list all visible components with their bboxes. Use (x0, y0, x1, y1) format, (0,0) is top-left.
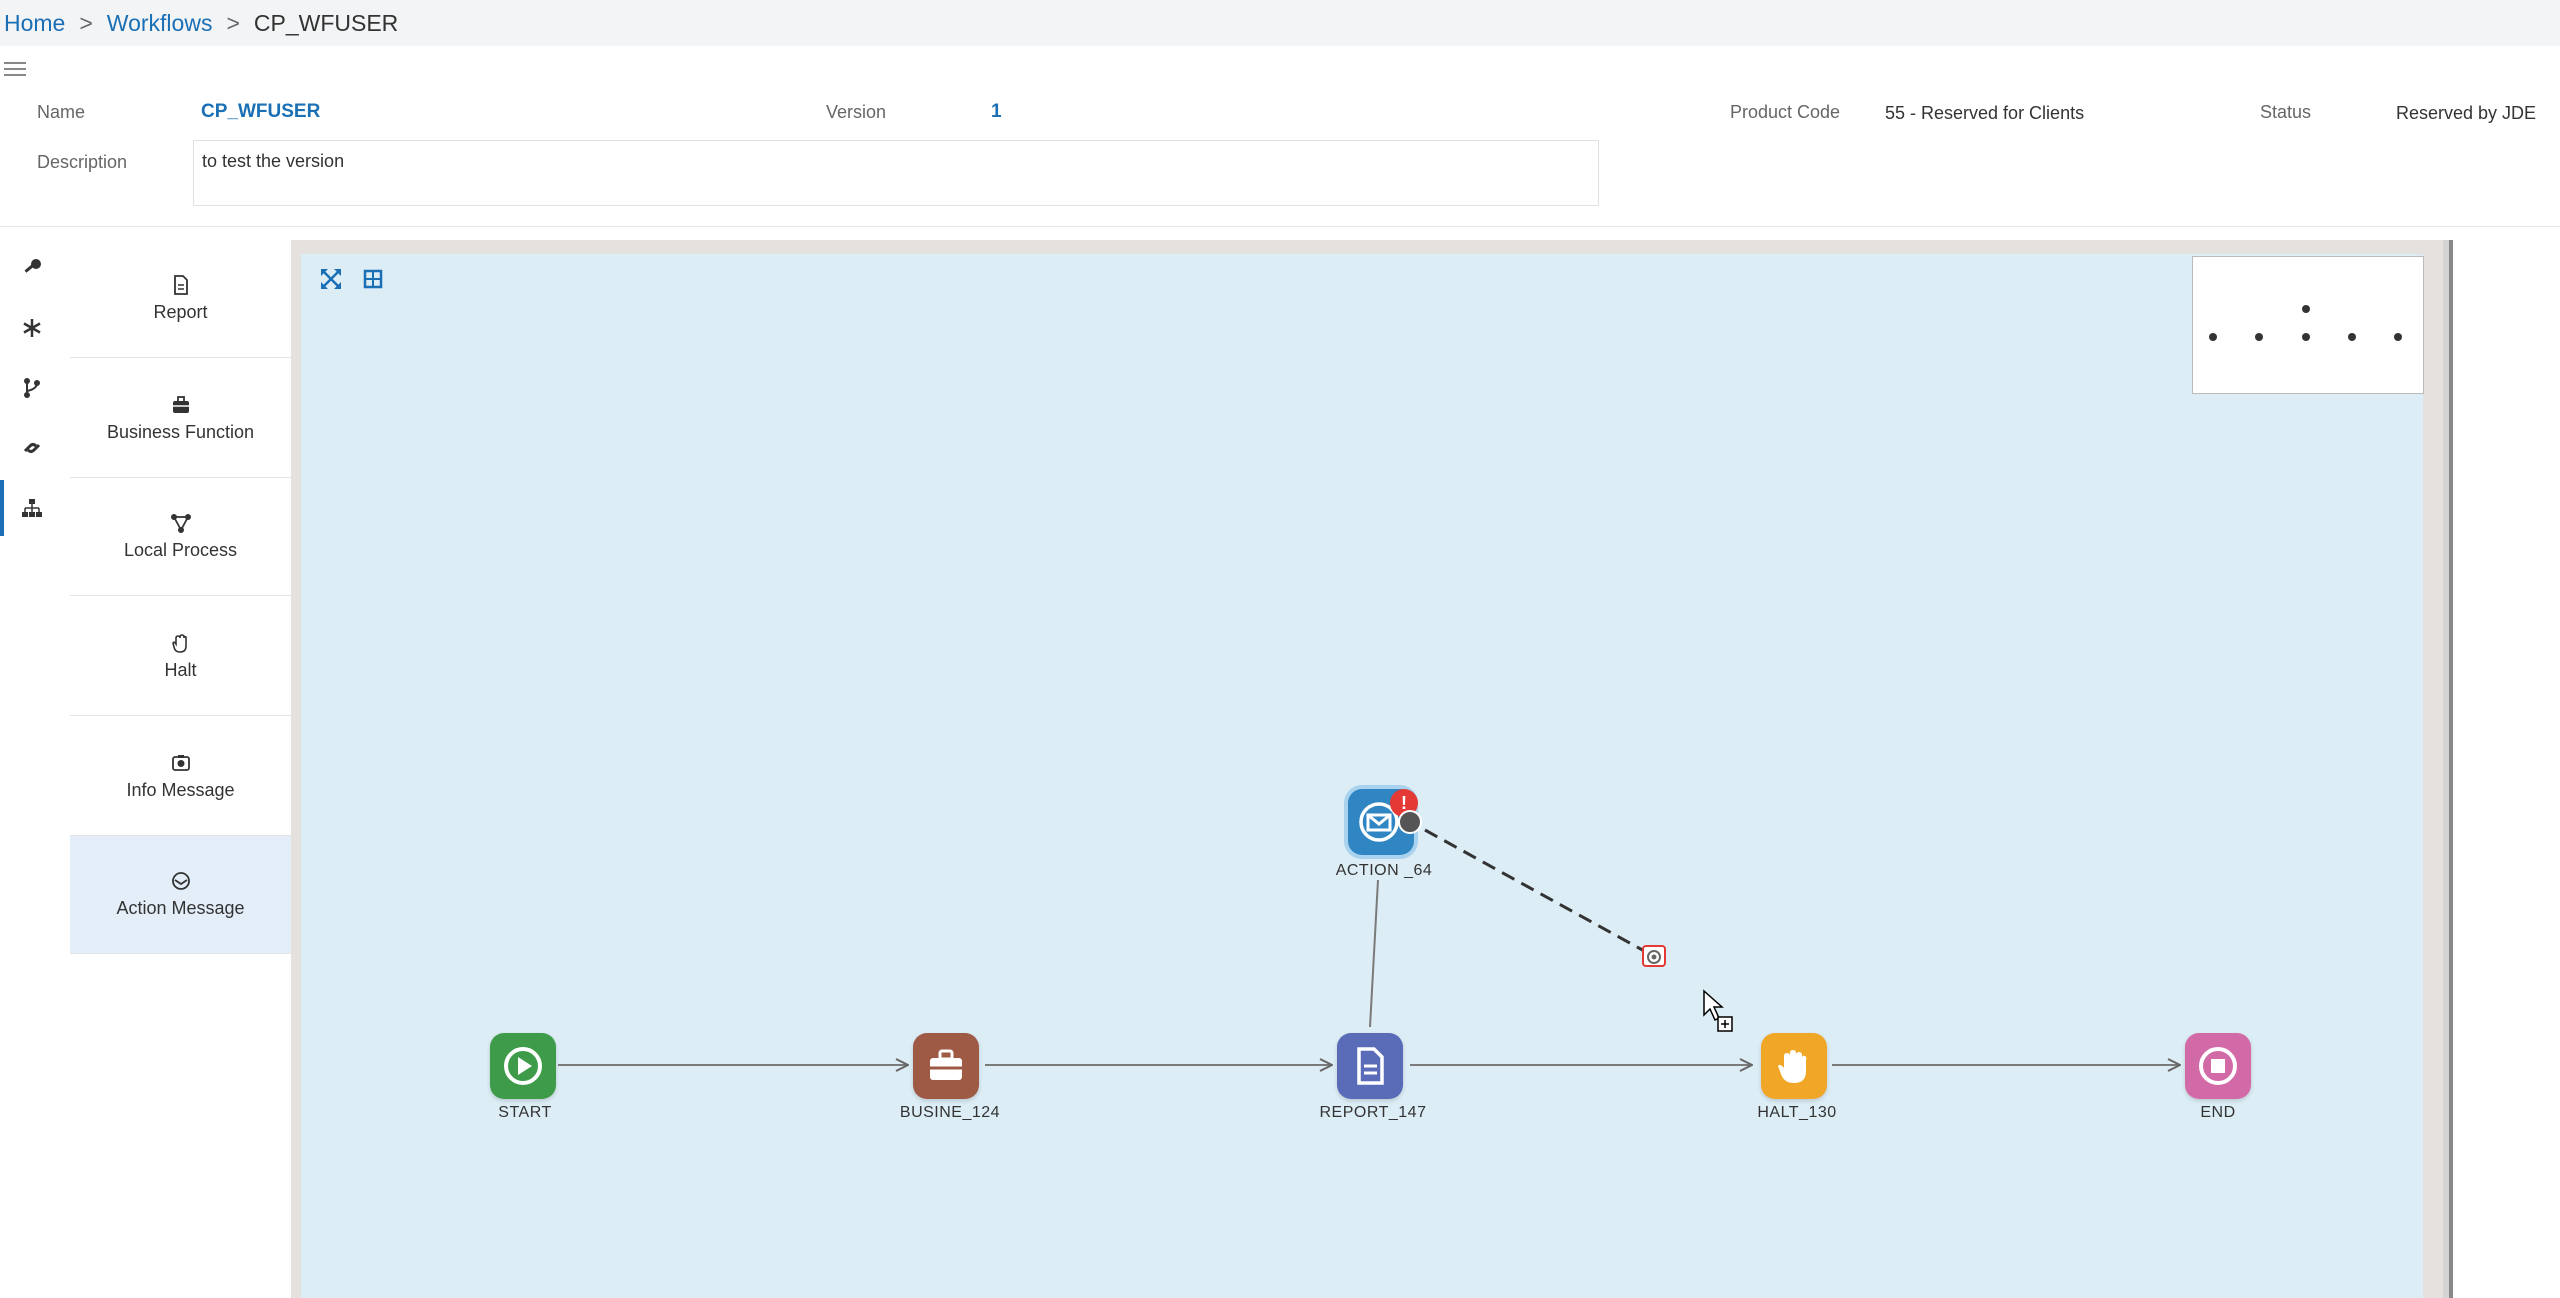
palette-item-halt[interactable]: Halt (70, 598, 291, 716)
palette-item-info-message[interactable]: Info Message (70, 718, 291, 836)
stop-icon (2199, 1047, 2237, 1085)
left-icon-rail (0, 240, 70, 1298)
palette-item-label: Report (153, 302, 208, 322)
palette-item-label: Halt (164, 660, 197, 680)
breadcrumb: Home > Workflows > CP_WFUSER (0, 0, 2560, 46)
grid-icon[interactable] (360, 266, 386, 292)
report-icon (1357, 1047, 1384, 1085)
breadcrumb-current: CP_WFUSER (253, 9, 399, 36)
palette-item-label: Info Message (126, 780, 235, 800)
branch-icon[interactable] (18, 374, 46, 402)
node-business-function[interactable] (913, 1033, 979, 1099)
node-palette: Report Business Function Local Process H… (70, 240, 291, 1298)
product-code-value: 55 - Reserved for Clients (1885, 103, 2085, 123)
hand-icon (1778, 1050, 1807, 1083)
breadcrumb-workflows-link[interactable]: Workflows (107, 10, 213, 37)
action-message-icon (171, 872, 190, 890)
scrollbar-edge (2449, 240, 2453, 1298)
palette-item-report[interactable]: Report (70, 240, 291, 358)
menu-icon[interactable] (4, 62, 26, 76)
drag-handle-icon[interactable] (1640, 942, 1668, 970)
version-value: 1 (991, 101, 1002, 122)
node-end[interactable] (2185, 1033, 2251, 1099)
link-icon[interactable] (18, 434, 46, 462)
status-label: Status (2260, 102, 2312, 122)
cursor-icon (1702, 989, 1738, 1037)
node-label-busine: BUSINE_124 (899, 1104, 1001, 1121)
process-icon (170, 514, 191, 533)
workflow-canvas[interactable] (301, 254, 2423, 1298)
hand-icon (171, 634, 187, 653)
fit-to-screen-icon[interactable] (318, 266, 344, 292)
palette-item-action-message[interactable]: Action Message (70, 836, 291, 954)
version-label: Version (826, 102, 887, 122)
node-label-start: START (498, 1104, 552, 1121)
settings-badge-icon[interactable] (1398, 810, 1422, 834)
briefcase-icon (172, 396, 189, 413)
rail-active-indicator (0, 480, 4, 536)
palette-item-label: Business Function (106, 422, 255, 442)
info-message-icon (171, 755, 190, 771)
briefcase-icon (930, 1049, 962, 1080)
name-label: Name (37, 102, 86, 122)
hierarchy-icon[interactable] (18, 494, 46, 522)
header-divider (0, 226, 2560, 227)
node-label-report: REPORT_147 (1319, 1104, 1427, 1121)
node-label-action: ACTION _64 (1335, 862, 1433, 879)
description-label: Description (37, 152, 128, 172)
status-value: Reserved by JDE (2396, 103, 2537, 123)
report-icon (173, 275, 188, 295)
breadcrumb-separator: > (79, 9, 93, 36)
palette-item-local-process[interactable]: Local Process (70, 478, 291, 596)
minimap-nodes (2209, 305, 2402, 341)
breadcrumb-home-link[interactable]: Home (4, 10, 65, 37)
palette-item-label: Action Message (116, 898, 245, 918)
name-value: CP_WFUSER (201, 101, 321, 122)
palette-item-business-function[interactable]: Business Function (70, 360, 291, 478)
node-label-halt: HALT_130 (1757, 1104, 1837, 1121)
key-icon[interactable] (18, 254, 46, 282)
asterisk-icon[interactable] (18, 314, 46, 342)
minimap[interactable] (2192, 256, 2424, 394)
node-label-end: END (2200, 1104, 2236, 1121)
product-code-label: Product Code (1730, 102, 1841, 122)
node-report[interactable] (1337, 1033, 1403, 1099)
breadcrumb-separator: > (226, 9, 240, 36)
description-field[interactable]: to test the version (193, 140, 1599, 206)
play-icon (504, 1047, 542, 1085)
node-start[interactable] (490, 1033, 556, 1099)
node-halt[interactable] (1761, 1033, 1827, 1099)
palette-item-label: Local Process (123, 540, 238, 560)
